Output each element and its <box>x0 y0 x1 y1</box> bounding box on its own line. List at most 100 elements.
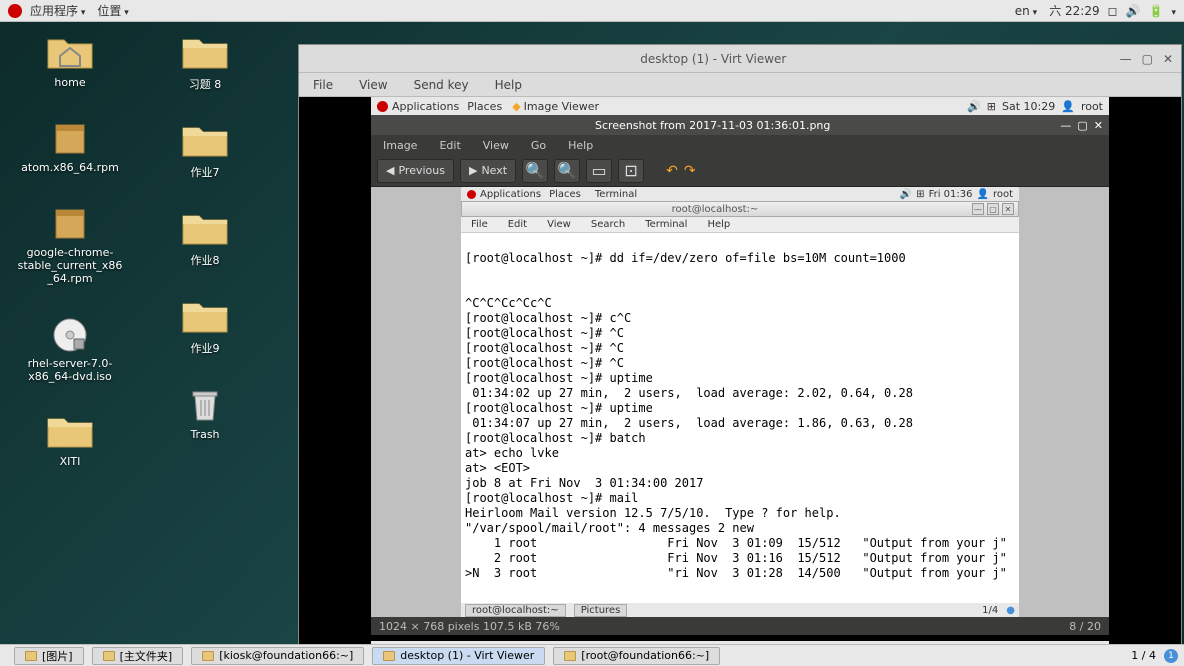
virt-titlebar[interactable]: desktop (1) - Virt Viewer — ▢ ✕ <box>299 45 1181 73</box>
iv-toolbar: ◀Previous ▶Next 🔍 🔍 ▭ ⊡ ↶ ↷ <box>371 155 1109 187</box>
notification-badge[interactable]: 1 <box>1164 649 1178 663</box>
app-icon <box>383 651 395 661</box>
user-icon[interactable]: 👤 <box>1061 100 1075 113</box>
folder-icon <box>181 296 229 336</box>
terminal-menubar: FileEditViewSearchTerminalHelp <box>461 217 1019 233</box>
iv-statusbar: 1024 × 768 pixels 107.5 kB 76% 8 / 20 <box>371 617 1109 635</box>
taskbar-item[interactable]: [kiosk@foundation66:~] <box>191 647 364 665</box>
virt-menubar: File View Send key Help <box>299 73 1181 97</box>
rotate-left-icon[interactable]: ↶ <box>666 163 678 179</box>
desktop-icon[interactable]: Trash <box>145 384 265 441</box>
inner-applications[interactable]: Applications <box>388 100 463 113</box>
icon-label: rhel-server-7.0-x86_64-dvd.iso <box>15 357 125 383</box>
icon-label: 作业9 <box>191 340 220 356</box>
nested-topbar: Applications Places Terminal 🔊 ⊞ Fri 01:… <box>461 187 1019 201</box>
taskbar-item[interactable]: [图片] <box>14 647 84 665</box>
menu-file[interactable]: File <box>309 78 337 92</box>
desktop-icon[interactable]: XITI <box>10 411 130 468</box>
redhat-icon <box>467 190 476 199</box>
desktop[interactable]: home atom.x86_64.rpm google-chrome-stable_… <box>0 22 1184 644</box>
inner-places[interactable]: Places <box>463 100 506 113</box>
clock[interactable]: 六 22:29 <box>1049 2 1099 19</box>
iv-status-left: 1024 × 768 pixels 107.5 kB 76% <box>379 620 560 633</box>
terminal-window: root@localhost:~ — ▢ ✕ FileEditViewSearc… <box>461 201 1019 603</box>
desktop-icon[interactable]: home <box>10 32 130 89</box>
redhat-icon <box>377 101 388 112</box>
menu-view[interactable]: View <box>355 78 391 92</box>
zoom-actual-icon[interactable]: ⊡ <box>618 159 644 183</box>
app-icon <box>202 651 214 661</box>
nested-bottombar: root@localhost:~ Pictures 1/4 ● <box>461 603 1019 617</box>
network-icon[interactable]: ⊞ <box>987 100 996 113</box>
icon-label: 作业7 <box>191 164 220 180</box>
folder-icon <box>181 32 229 72</box>
terminal-body: [root@localhost ~]# dd if=/dev/zero of=f… <box>461 233 1019 603</box>
window-icon[interactable]: ◻ <box>1108 4 1118 18</box>
virt-content: Applications Places ◆ Image Viewer 🔊 ⊞ S… <box>299 97 1181 665</box>
folder-home-icon <box>46 32 94 72</box>
iv-status-right: 8 / 20 <box>1069 620 1101 633</box>
iv-title: Screenshot from 2017-11-03 01:36:01.png <box>371 119 1054 132</box>
volume-icon[interactable]: 🔊 <box>967 100 981 113</box>
maximize-button[interactable]: ▢ <box>1142 52 1153 66</box>
lang-indicator[interactable]: en <box>1011 4 1041 18</box>
icon-label: XITI <box>60 455 81 468</box>
folder-icon <box>181 208 229 248</box>
previous-button[interactable]: ◀Previous <box>377 159 454 183</box>
taskbar-item[interactable]: [主文件夹] <box>92 647 184 665</box>
taskbar-item[interactable]: desktop (1) - Virt Viewer <box>372 647 545 665</box>
iv-menubar: Image Edit View Go Help <box>371 135 1109 155</box>
desktop-icon[interactable]: atom.x86_64.rpm <box>10 117 130 174</box>
iso-icon <box>46 313 94 353</box>
menu-sendkey[interactable]: Send key <box>410 78 473 92</box>
desktop-icon[interactable]: rhel-server-7.0-x86_64-dvd.iso <box>10 313 130 383</box>
battery-icon[interactable]: 🔋 <box>1149 4 1164 18</box>
next-button[interactable]: ▶Next <box>460 159 516 183</box>
user-menu[interactable] <box>1171 4 1176 18</box>
places-menu[interactable]: 位置 <box>93 2 132 19</box>
inner-topbar: Applications Places ◆ Image Viewer 🔊 ⊞ S… <box>371 97 1109 115</box>
iv-maximize[interactable]: ▢ <box>1077 119 1087 132</box>
workspace-indicator[interactable]: 1 / 4 <box>1131 649 1156 662</box>
image-viewer-window: Screenshot from 2017-11-03 01:36:01.png … <box>371 115 1109 635</box>
redhat-icon <box>8 4 22 18</box>
zoom-fit-icon[interactable]: ▭ <box>586 159 612 183</box>
iv-minimize[interactable]: — <box>1060 119 1071 132</box>
zoom-in-icon[interactable]: 🔍 <box>522 159 548 183</box>
image-content: Applications Places Terminal 🔊 ⊞ Fri 01:… <box>371 187 1109 617</box>
menu-file: File <box>467 219 492 230</box>
menu-help[interactable]: Help <box>491 78 526 92</box>
menu-edit[interactable]: Edit <box>435 139 464 152</box>
close-button[interactable]: ✕ <box>1163 52 1173 66</box>
icon-label: atom.x86_64.rpm <box>21 161 119 174</box>
iv-close[interactable]: ✕ <box>1094 119 1103 132</box>
inner-user[interactable]: root <box>1081 100 1103 113</box>
menu-view[interactable]: View <box>479 139 513 152</box>
menu-help[interactable]: Help <box>564 139 597 152</box>
desktop-icon[interactable]: 习题 8 <box>145 32 265 92</box>
minimize-button[interactable]: — <box>1120 52 1132 66</box>
zoom-out-icon[interactable]: 🔍 <box>554 159 580 183</box>
applications-menu[interactable]: 应用程序 <box>26 2 89 19</box>
taskbar-item[interactable]: [root@foundation66:~] <box>553 647 720 665</box>
app-icon <box>103 651 115 661</box>
menu-go[interactable]: Go <box>527 139 550 152</box>
volume-icon[interactable]: 🔊 <box>1126 4 1141 18</box>
inner-clock[interactable]: Sat 10:29 <box>1002 100 1055 113</box>
menu-terminal: Terminal <box>641 219 691 230</box>
desktop-icon[interactable]: google-chrome-stable_current_x86_64.rpm <box>10 202 130 285</box>
active-app[interactable]: ◆ Image Viewer <box>512 100 599 113</box>
desktop-icon[interactable]: 作业8 <box>145 208 265 268</box>
desktop-icon[interactable]: 作业9 <box>145 296 265 356</box>
term-close: ✕ <box>1002 203 1014 215</box>
iv-titlebar[interactable]: Screenshot from 2017-11-03 01:36:01.png … <box>371 115 1109 135</box>
desktop-icon[interactable]: 作业7 <box>145 120 265 180</box>
term-min: — <box>972 203 984 215</box>
rotate-right-icon[interactable]: ↷ <box>684 163 696 179</box>
menu-view: View <box>543 219 575 230</box>
app-icon <box>25 651 37 661</box>
folder-icon <box>46 411 94 451</box>
icon-label: home <box>54 76 85 89</box>
virt-viewer-window: desktop (1) - Virt Viewer — ▢ ✕ File View… <box>298 44 1182 666</box>
menu-image[interactable]: Image <box>379 139 421 152</box>
